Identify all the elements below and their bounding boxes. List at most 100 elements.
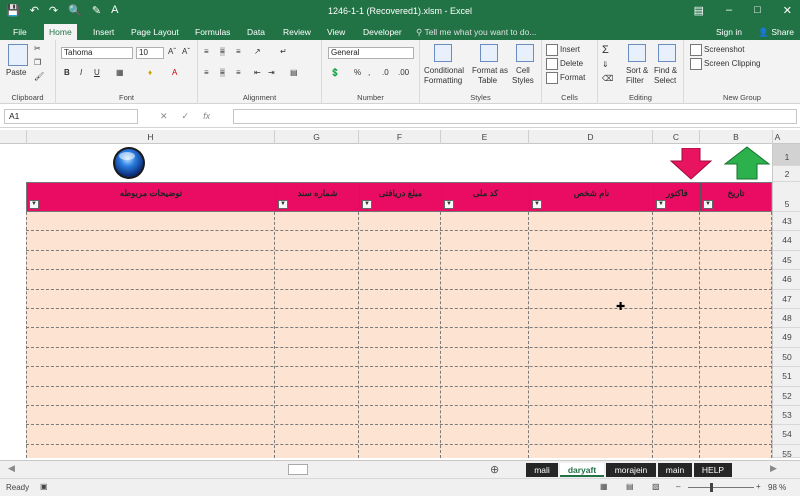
table-row[interactable] [26,367,772,387]
table-row[interactable] [26,406,772,426]
horizontal-scrollbar-thumb[interactable] [288,464,308,475]
filter-dropdown-icon[interactable]: ▼ [29,200,39,209]
align-center-icon[interactable]: ≡ [220,68,225,77]
fill-color-icon[interactable]: ♦ [148,68,152,77]
arrow-up-icon[interactable] [724,146,770,180]
decrease-decimal-icon[interactable]: .00 [398,68,409,77]
number-format-select[interactable]: General [328,47,414,59]
font-color-icon[interactable]: A [111,4,118,17]
table-row[interactable] [26,250,772,271]
row-header[interactable]: 54 [773,425,800,445]
tab-page-layout[interactable]: Page Layout [126,24,184,40]
redo-icon[interactable]: ↷ [49,4,58,17]
italic-button[interactable]: I [80,68,82,77]
column-header-c[interactable]: C [652,130,699,144]
table-row[interactable] [26,212,772,232]
sheet-tab-mali[interactable]: mali [526,463,558,477]
row-header[interactable]: 55 [773,445,800,459]
row-header[interactable]: 49 [773,328,800,348]
row-header[interactable]: 5 [773,182,800,212]
tab-scroll-right-icon[interactable]: ▶ [770,463,777,474]
increase-decimal-icon[interactable]: .0 [382,68,389,77]
wrap-text-icon[interactable]: ↵ [280,47,287,56]
minimize-icon[interactable]: – [726,4,732,17]
row-header[interactable]: 53 [773,406,800,426]
name-box[interactable]: A1 [4,109,138,124]
ribbon-display-icon[interactable]: ▤ [694,4,704,17]
accounting-icon[interactable]: 💲 [330,68,340,77]
borders-icon[interactable]: ▦ [116,68,124,77]
conditional-formatting-button[interactable]: Conditional [424,66,464,75]
enter-icon[interactable]: ✓ [182,111,190,122]
table-row[interactable] [26,270,772,290]
find-select-icon[interactable] [658,44,676,62]
paste-icon[interactable] [8,44,28,66]
format-as-table-button[interactable]: Format as [472,66,508,75]
row-header[interactable]: 52 [773,387,800,406]
tab-data[interactable]: Data [242,24,270,40]
tab-file[interactable]: File [8,24,32,40]
filter-dropdown-icon[interactable]: ▼ [362,200,372,209]
tab-view[interactable]: View [322,24,350,40]
clear-icon[interactable]: ⌫ [602,74,613,83]
row-header[interactable]: 44 [773,231,800,251]
column-header-d[interactable]: D [528,130,652,144]
filter-dropdown-icon[interactable]: ▼ [703,200,713,209]
print-preview-icon[interactable]: 🔍 [68,4,82,17]
sheet-tab-morajein[interactable]: morajein [606,463,656,477]
conditional-formatting-icon[interactable] [434,44,452,62]
copy-icon[interactable]: ❐ [34,58,41,67]
delete-cells-button[interactable]: Delete [546,58,583,70]
align-bottom-icon[interactable]: ≡ [236,47,241,56]
share-button[interactable]: 👤 Share [758,24,794,40]
screenshot-button[interactable]: Screenshot [690,44,744,56]
page-break-view-icon[interactable]: ▧ [652,482,660,491]
align-left-icon[interactable]: ≡ [204,68,209,77]
filter-dropdown-icon[interactable]: ▼ [444,200,454,209]
column-header-h[interactable]: H [26,130,274,144]
sign-in-link[interactable]: Sign in [716,24,742,40]
zoom-level[interactable]: 98 % [768,483,786,492]
tell-me-box[interactable]: ⚲ Tell me what you want to do... [416,24,536,40]
save-icon[interactable]: 💾 [6,4,20,17]
row-header[interactable]: 43 [773,212,800,232]
tab-developer[interactable]: Developer [358,24,407,40]
table-row[interactable] [26,328,772,348]
table-row[interactable] [26,386,772,406]
format-as-table-icon[interactable] [480,44,498,62]
underline-button[interactable]: U [94,68,100,77]
worksheet[interactable]: توضیحات مربوطه ▼ شماره سند ▼ مبلغ دریافتی ▼… [0,144,772,458]
zoom-slider-thumb[interactable] [710,483,713,492]
column-header-e[interactable]: E [440,130,528,144]
sheet-tab-daryaft[interactable]: daryaft [560,463,604,477]
screen-clipping-button[interactable]: Screen Clipping [690,58,760,70]
macro-record-icon[interactable]: ▣ [40,482,48,491]
normal-view-icon[interactable]: ▦ [600,482,608,491]
tab-home[interactable]: Home [44,24,77,40]
autosum-icon[interactable]: Σ [602,44,609,56]
fill-color-icon[interactable]: ✎ [92,4,101,17]
sheet-tab-main[interactable]: main [658,463,692,477]
row-header[interactable]: 46 [773,270,800,290]
tab-formulas[interactable]: Formulas [190,24,235,40]
grow-font-icon[interactable]: Aˆ [168,47,176,56]
page-layout-view-icon[interactable]: ▤ [626,482,634,491]
align-middle-icon[interactable]: ≡ [220,47,225,56]
table-row[interactable] [26,309,772,329]
filter-dropdown-icon[interactable]: ▼ [532,200,542,209]
row-header[interactable]: 51 [773,367,800,387]
row-header[interactable]: 48 [773,309,800,329]
align-right-icon[interactable]: ≡ [236,68,241,77]
font-name-select[interactable]: Tahoma [61,47,133,59]
comma-button[interactable]: , [368,68,370,77]
zoom-out-icon[interactable]: – [676,482,680,491]
cell-styles-button[interactable]: Cell [516,66,530,75]
column-header-a[interactable]: A [772,130,782,144]
column-header-b[interactable]: B [699,130,772,144]
row-header[interactable]: 50 [773,348,800,368]
fill-icon[interactable]: ⇓ [602,60,609,69]
format-cells-button[interactable]: Format [546,72,585,84]
tab-review[interactable]: Review [278,24,316,40]
align-top-icon[interactable]: ≡ [204,47,209,56]
orientation-icon[interactable]: ↗ [254,47,261,56]
